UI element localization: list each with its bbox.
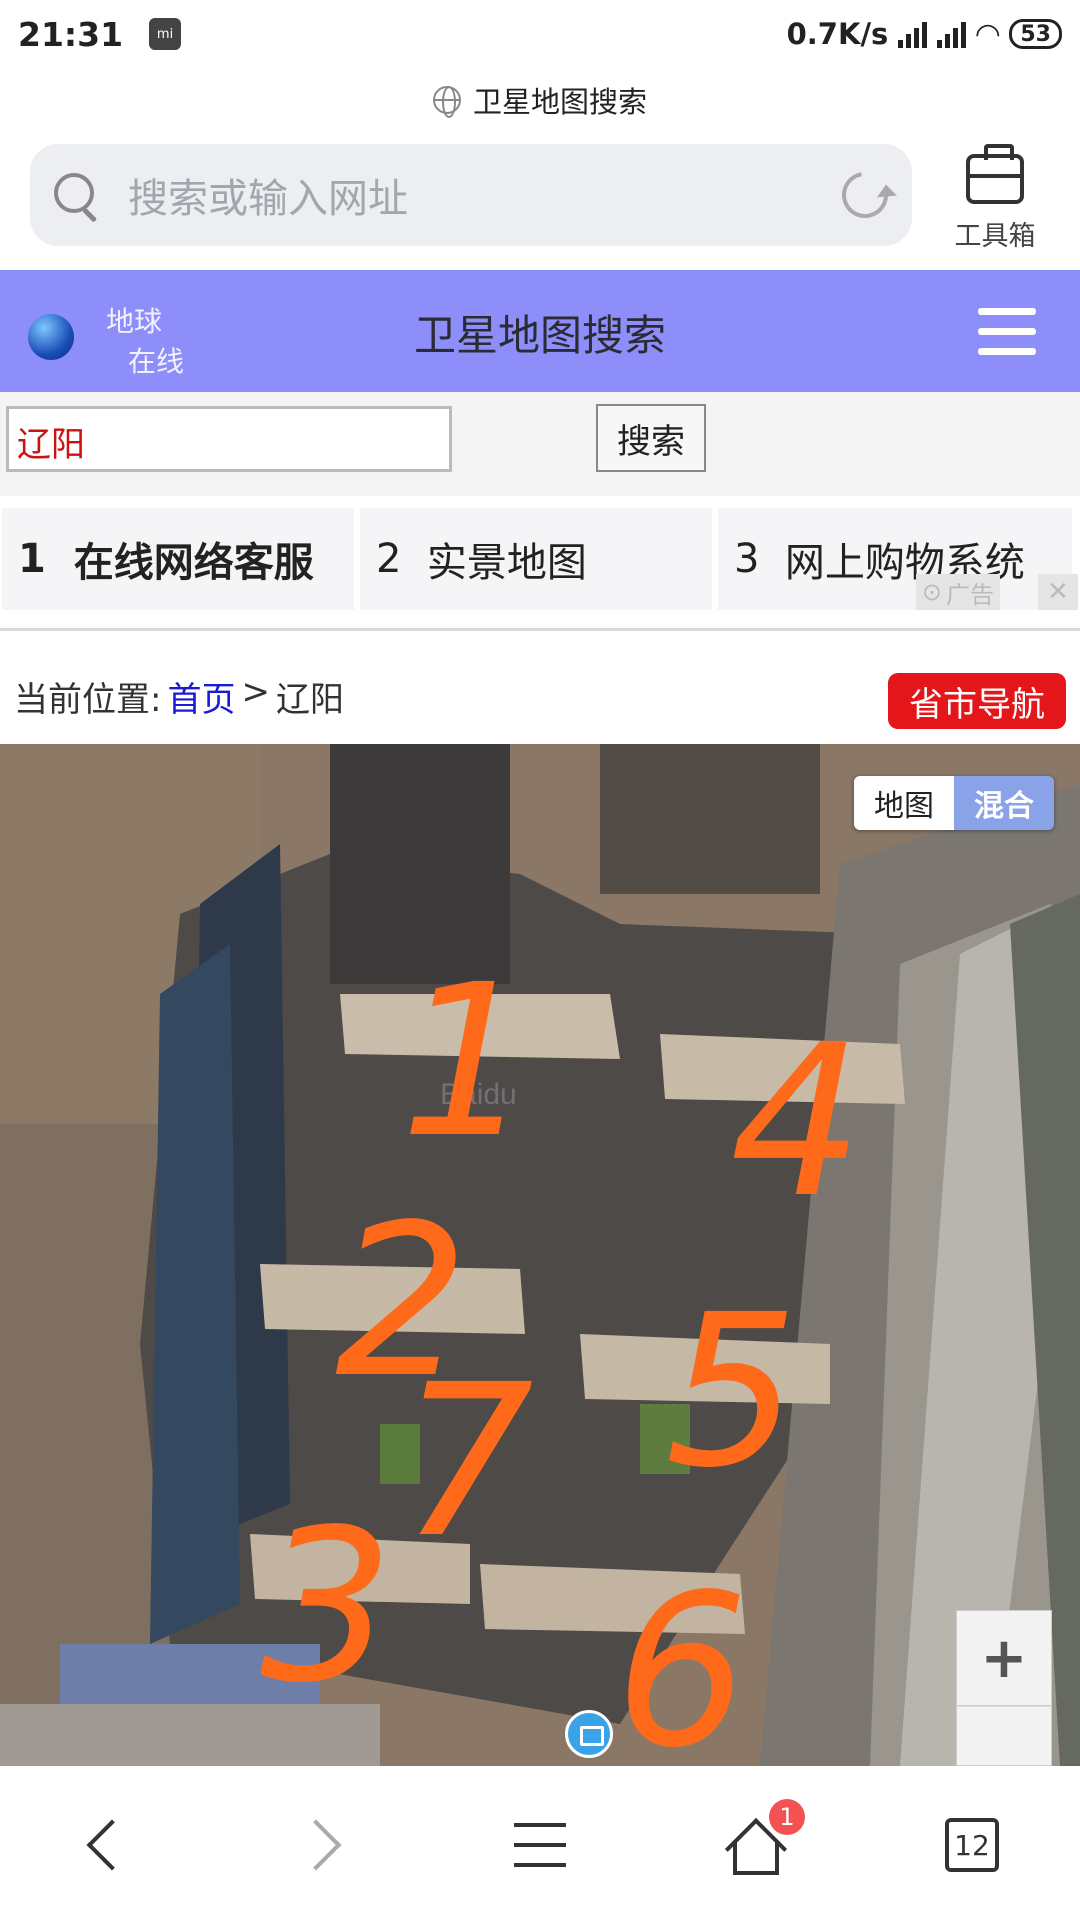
province-nav-button[interactable]: 省市导航: [888, 673, 1066, 729]
toolbox-button[interactable]: 工具箱: [930, 144, 1060, 253]
status-bar: 21:31 mi 0.7K/s ◠ 53: [0, 0, 1080, 68]
menu-button[interactable]: [500, 1810, 580, 1880]
breadcrumb-home-link[interactable]: 首页: [167, 672, 235, 721]
back-button[interactable]: [66, 1810, 146, 1880]
satellite-map[interactable]: Baidu 地图 混合 1 4 2 5 7 3 6 +: [0, 744, 1080, 1766]
network-speed: 0.7K/s: [786, 17, 889, 51]
battery-icon: 53: [1009, 19, 1062, 49]
status-time: 21:31: [18, 14, 124, 54]
ad-icon: ⊙: [921, 578, 942, 606]
mi-app-icon: mi: [149, 18, 182, 50]
zoom-out-button[interactable]: [956, 1706, 1052, 1766]
wifi-icon: ◠: [976, 16, 1000, 52]
zoom-in-button[interactable]: +: [956, 1610, 1052, 1706]
search-icon: [54, 173, 98, 217]
address-bar-placeholder: 搜索或输入网址: [128, 176, 408, 222]
refresh-icon[interactable]: [832, 162, 898, 228]
back-arrow-icon: [86, 1819, 138, 1871]
map-type-map-button[interactable]: 地图: [854, 776, 954, 830]
poi-marker-icon[interactable]: [565, 1710, 613, 1758]
breadcrumb-current: 辽阳: [275, 680, 344, 720]
browser-page-title: 卫星地图搜索: [0, 68, 1080, 132]
home-button[interactable]: 1: [716, 1799, 805, 1881]
map-type-hybrid-button[interactable]: 混合: [954, 776, 1054, 830]
city-search-button[interactable]: 搜索: [596, 404, 706, 472]
divider: [0, 628, 1080, 631]
signal-icon-2: [937, 20, 967, 48]
breadcrumb-separator: >: [241, 672, 270, 712]
city-search-form: 辽阳 搜索: [0, 392, 1080, 496]
forward-arrow-icon: [290, 1819, 342, 1871]
ad-badge: ⊙ 广告: [915, 574, 1000, 610]
ad-links: 1 在线网络客服 2 实景地图 3 网上购物系统 ⊙ 广告 ✕: [0, 506, 1080, 610]
home-badge: 1: [769, 1799, 805, 1835]
ad-link-customer-service[interactable]: 1 在线网络客服: [2, 508, 354, 610]
toolbox-label: 工具箱: [954, 221, 1036, 252]
signal-icon: [898, 20, 928, 48]
status-indicators: 0.7K/s ◠ 53: [787, 17, 1062, 52]
browser-search-row: 搜索或输入网址 工具箱: [0, 144, 1080, 254]
tabs-button[interactable]: 12: [932, 1810, 1012, 1880]
ad-link-shopping[interactable]: 3 网上购物系统: [718, 508, 1072, 610]
breadcrumb-prefix: 当前位置:: [14, 680, 162, 720]
ad-link-live-map[interactable]: 2 实景地图: [360, 508, 712, 610]
city-search-input[interactable]: 辽阳: [6, 406, 452, 472]
breadcrumb: 当前位置: 首页 > 辽阳: [14, 672, 344, 721]
forward-button[interactable]: [282, 1810, 362, 1880]
map-type-toggle: 地图 混合: [854, 776, 1054, 830]
page-title: 卫星地图搜索: [472, 85, 647, 119]
menu-icon: [514, 1823, 566, 1867]
ad-close-icon[interactable]: ✕: [1038, 574, 1078, 610]
hamburger-menu-icon[interactable]: [978, 308, 1036, 356]
address-bar[interactable]: 搜索或输入网址: [30, 144, 912, 246]
map-watermark: Baidu: [440, 1078, 517, 1111]
site-title: 卫星地图搜索: [413, 311, 666, 360]
globe-icon: [432, 86, 461, 118]
briefcase-icon: [966, 144, 1024, 204]
tabs-count-icon: 12: [945, 1818, 999, 1872]
home-icon: 1: [724, 1799, 805, 1881]
satellite-imagery: Baidu: [0, 744, 1080, 1766]
browser-bottom-nav: 1 12: [0, 1766, 1080, 1920]
site-header: 地球 在线 卫星地图搜索: [0, 270, 1080, 392]
